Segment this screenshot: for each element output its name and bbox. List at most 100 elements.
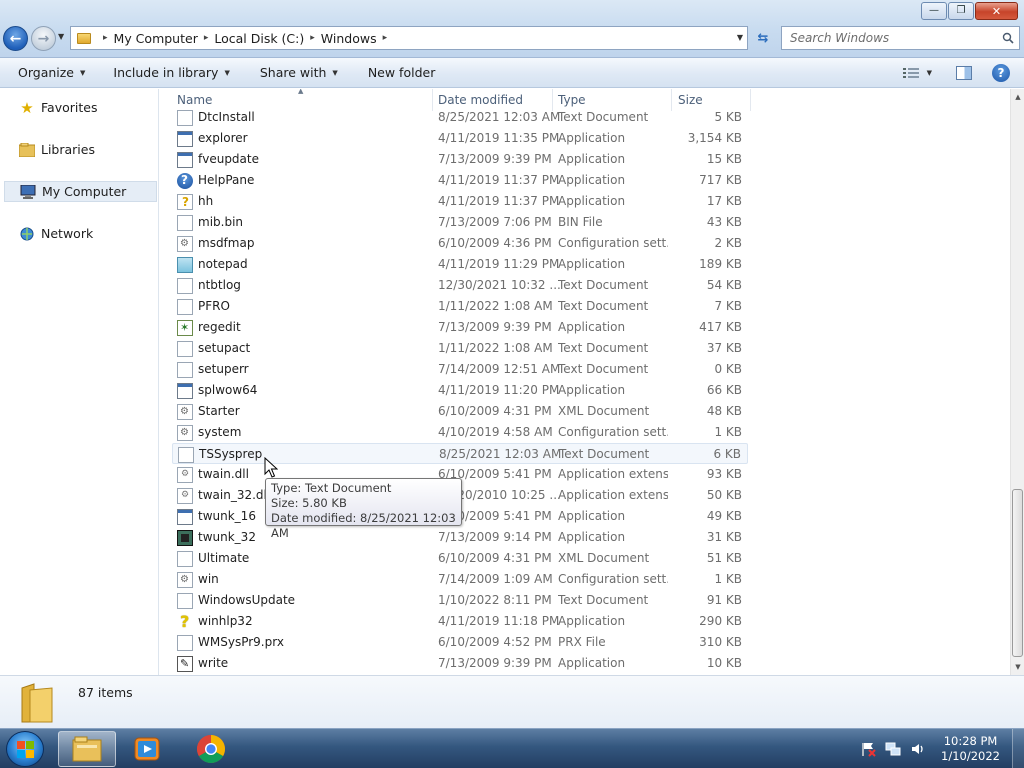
- file-size: 51 KB: [706, 551, 742, 565]
- file-type: Text Document: [559, 447, 650, 461]
- file-size: 290 KB: [699, 614, 742, 628]
- show-desktop-button[interactable]: [1012, 729, 1024, 768]
- file-date-modified: 4/11/2019 11:37 PM: [438, 173, 560, 187]
- file-date-modified: 6/10/2009 4:31 PM: [438, 404, 552, 418]
- file-size: 17 KB: [706, 194, 742, 208]
- chevron-down-icon: ▼: [332, 68, 338, 77]
- chevron-down-icon[interactable]: ▼: [927, 69, 932, 77]
- share-with-label: Share with: [259, 65, 327, 80]
- file-row[interactable]: HelpPane 4/11/2019 11:37 PMApplication 717…: [172, 170, 748, 191]
- file-row[interactable]: ntbtlog 12/30/2021 10:32 ... Text Document…: [172, 275, 748, 296]
- file-row[interactable]: write 7/13/2009 9:39 PM Application 10 KB: [172, 653, 748, 674]
- chevron-down-icon: ▼: [80, 68, 86, 77]
- include-in-library-label: Include in library: [113, 65, 219, 80]
- clock[interactable]: 10:28 PM 1/10/2022: [941, 734, 1000, 764]
- file-size: 66 KB: [706, 383, 742, 397]
- nav-item-network[interactable]: Network: [4, 223, 157, 244]
- help-icon[interactable]: ?: [992, 64, 1010, 82]
- file-row[interactable]: DtcInstall 8/25/2021 12:03 AM Text Documen…: [172, 107, 748, 128]
- file-row[interactable]: WMSysPr9.prx 6/10/2009 4:52 PM PRX File 310…: [172, 632, 748, 653]
- scroll-up-icon[interactable]: ▲: [1011, 89, 1024, 105]
- breadcrumb-separator-icon[interactable]: ▸: [204, 33, 209, 43]
- network-status-icon[interactable]: [885, 741, 901, 757]
- share-with-menu[interactable]: Share with ▼: [260, 65, 338, 80]
- file-tooltip: Type: Text Document Size: 5.80 KB Date m…: [265, 478, 462, 540]
- nav-item-my-computer[interactable]: My Computer: [4, 181, 157, 202]
- file-row[interactable]: system 4/10/2019 4:58 AM Configuration set…: [172, 422, 748, 443]
- breadcrumb-my-computer[interactable]: My Computer: [114, 31, 198, 46]
- scrollbar-thumb[interactable]: [1012, 489, 1023, 657]
- file-row[interactable]: hh 4/11/2019 11:37 PMApplication 17 KB: [172, 191, 748, 212]
- scroll-down-icon[interactable]: ▼: [1011, 659, 1024, 675]
- column-divider[interactable]: [750, 89, 751, 111]
- breadcrumb-local-disk[interactable]: Local Disk (C:): [214, 31, 304, 46]
- breadcrumb-separator-icon[interactable]: ▸: [383, 33, 388, 43]
- address-bar[interactable]: ▸ My Computer ▸ Local Disk (C:) ▸ Window…: [70, 26, 748, 50]
- minimize-button[interactable]: —: [921, 2, 947, 20]
- address-history-dropdown[interactable]: ▼: [737, 33, 743, 42]
- nav-item-favorites[interactable]: ★ Favorites: [4, 97, 157, 118]
- new-folder-button[interactable]: New folder: [368, 65, 436, 80]
- file-name: twunk_32: [198, 530, 256, 544]
- search-input[interactable]: [790, 31, 995, 45]
- breadcrumb-windows[interactable]: Windows: [321, 31, 377, 46]
- file-row[interactable]: winhlp32 4/11/2019 11:18 PMApplication 290…: [172, 611, 748, 632]
- file-type: XML Document: [558, 404, 650, 418]
- file-row[interactable]: win 7/14/2009 1:09 AM Configuration sett..…: [172, 569, 748, 590]
- breadcrumb-separator-icon[interactable]: ▸: [103, 33, 108, 43]
- file-row[interactable]: PFRO 1/11/2022 1:08 AM Text Document 7 KB: [172, 296, 748, 317]
- taskbar-explorer-button[interactable]: [58, 731, 116, 767]
- column-date-modified[interactable]: Date modified: [438, 93, 523, 107]
- file-row[interactable]: notepad 4/11/2019 11:29 PM Application 189 …: [172, 254, 748, 275]
- vertical-scrollbar[interactable]: ▲ ▼: [1010, 89, 1024, 675]
- forward-button[interactable]: →: [31, 26, 56, 51]
- file-date-modified: 7/13/2009 9:39 PM: [438, 152, 552, 166]
- file-row[interactable]: Starter 6/10/2009 4:31 PM XML Document 48 K…: [172, 401, 748, 422]
- include-in-library-menu[interactable]: Include in library ▼: [113, 65, 229, 80]
- file-name: winhlp32: [198, 614, 253, 628]
- recent-pages-dropdown[interactable]: ▼: [58, 32, 64, 41]
- maximize-button[interactable]: ❐: [948, 2, 974, 20]
- search-box[interactable]: [781, 26, 1020, 50]
- file-type: Application: [558, 194, 626, 208]
- file-row[interactable]: twunk_32 7/13/2009 9:14 PM Application 31 K…: [172, 527, 748, 548]
- file-row[interactable]: setupact 1/11/2022 1:08 AM Text Document 37…: [172, 338, 748, 359]
- column-size[interactable]: Size: [678, 93, 703, 107]
- breadcrumb-separator-icon[interactable]: ▸: [310, 33, 315, 43]
- action-center-flag-icon[interactable]: [860, 741, 876, 757]
- file-date-modified: 7/14/2009 1:09 AM: [438, 572, 553, 586]
- close-icon: ✕: [991, 4, 1002, 18]
- back-button[interactable]: ←: [3, 26, 28, 51]
- taskbar-chrome-button[interactable]: [182, 731, 240, 767]
- organize-menu[interactable]: Organize ▼: [18, 65, 85, 80]
- file-row[interactable]: splwow64 4/11/2019 11:20 PM Application 66 …: [172, 380, 748, 401]
- file-size: 717 KB: [699, 173, 742, 187]
- refresh-button[interactable]: ⇆: [752, 27, 774, 49]
- file-row[interactable]: setuperr 7/14/2009 12:51 AM Text Document 0…: [172, 359, 748, 380]
- file-row[interactable]: fveupdate 7/13/2009 9:39 PM Application 15 …: [172, 149, 748, 170]
- column-type[interactable]: Type: [558, 93, 586, 107]
- file-row[interactable]: WindowsUpdate 1/10/2022 8:11 PM Text Docum…: [172, 590, 748, 611]
- library-icon: [18, 142, 36, 158]
- file-row[interactable]: explorer 4/11/2019 11:35 PM Application 3,1…: [172, 128, 748, 149]
- file-row[interactable]: TSSysprep 8/25/2021 12:03 AM Text Document…: [172, 443, 748, 464]
- search-icon[interactable]: [1002, 32, 1014, 44]
- file-row[interactable]: msdfmap 6/10/2009 4:36 PM Configuration se…: [172, 233, 748, 254]
- file-type: Application: [558, 173, 626, 187]
- file-row[interactable]: Ultimate 6/10/2009 4:31 PM XML Document 51 …: [172, 548, 748, 569]
- volume-icon[interactable]: [910, 741, 926, 757]
- taskbar-media-player-button[interactable]: [118, 731, 176, 767]
- file-name: setupact: [198, 341, 251, 355]
- file-row[interactable]: mib.bin 7/13/2009 7:06 PM BIN File 43 KB: [172, 212, 748, 233]
- file-row[interactable]: regedit 7/13/2009 9:39 PM Application 417 K…: [172, 317, 748, 338]
- start-button[interactable]: [6, 731, 44, 767]
- regedit-icon: [177, 320, 193, 336]
- file-name: ntbtlog: [198, 278, 241, 292]
- file-size: 43 KB: [706, 215, 742, 229]
- change-view-icon[interactable]: [902, 67, 919, 79]
- file-date-modified: 7/14/2009 12:51 AM: [438, 362, 561, 376]
- close-button[interactable]: ✕: [975, 2, 1018, 20]
- nav-item-libraries[interactable]: Libraries: [4, 139, 157, 160]
- preview-pane-icon[interactable]: [956, 66, 972, 80]
- column-name[interactable]: Name: [177, 93, 212, 107]
